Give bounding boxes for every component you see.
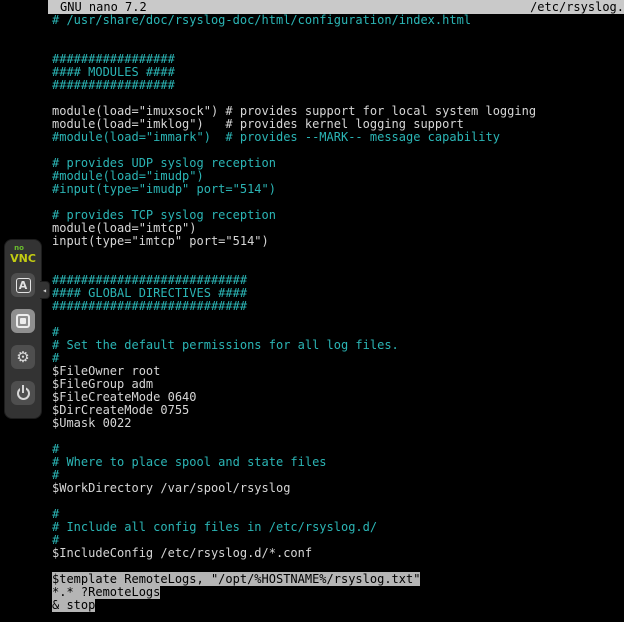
terminal-line: #module(load="immark") # provides --MARK…: [52, 131, 624, 144]
terminal-line: # Set the default permissions for all lo…: [52, 339, 624, 352]
gear-icon: ⚙: [16, 350, 29, 365]
terminal-line: [52, 248, 624, 261]
terminal-line: [52, 27, 624, 40]
vnc-button-group: A ⚙: [11, 273, 35, 405]
selected-text: $template RemoteLogs, "/opt/%HOSTNAME%/r…: [52, 572, 420, 586]
settings-button[interactable]: ⚙: [11, 345, 35, 369]
nano-version-title: GNU nano 7.2: [60, 1, 147, 14]
terminal-line: $DirCreateMode 0755: [52, 404, 624, 417]
fullscreen-icon: [16, 314, 30, 328]
nano-filename: /etc/rsyslog.: [530, 1, 624, 14]
selected-text: *.* ?RemoteLogs: [52, 585, 160, 599]
vnc-toolbar: no VNC A ⚙ ◂: [4, 239, 42, 419]
terminal-line: #################: [52, 79, 624, 92]
power-icon: [16, 386, 31, 401]
terminal-line: [52, 313, 624, 326]
novnc-logo: no VNC: [10, 244, 36, 265]
terminal-window[interactable]: GNU nano 7.2 /etc/rsyslog. # /usr/share/…: [48, 0, 624, 622]
selected-text: & stop: [52, 598, 95, 612]
terminal-line: [52, 495, 624, 508]
terminal-line: *.* ?RemoteLogs: [52, 586, 624, 599]
toolbar-collapse-handle[interactable]: ◂: [40, 281, 50, 299]
terminal-line: $WorkDirectory /var/spool/rsyslog: [52, 482, 624, 495]
terminal-line: $IncludeConfig /etc/rsyslog.d/*.conf: [52, 547, 624, 560]
terminal-line: [52, 430, 624, 443]
power-button[interactable]: [11, 381, 35, 405]
chevron-left-icon: ◂: [42, 286, 47, 295]
novnc-logo-no: no: [10, 244, 36, 252]
terminal-line: & stop: [52, 599, 624, 612]
novnc-logo-vnc: VNC: [10, 252, 36, 265]
terminal-line: #input(type="imudp" port="514"): [52, 183, 624, 196]
terminal-line: # /usr/share/doc/rsyslog-doc/html/config…: [52, 14, 624, 27]
terminal-body[interactable]: # /usr/share/doc/rsyslog-doc/html/config…: [48, 14, 624, 612]
letter-a-icon: A: [16, 278, 31, 293]
nano-titlebar: GNU nano 7.2 /etc/rsyslog.: [48, 0, 624, 14]
extra-keys-button[interactable]: A: [11, 273, 35, 297]
terminal-line: # Where to place spool and state files: [52, 456, 624, 469]
fullscreen-button[interactable]: [11, 309, 35, 333]
terminal-line: # Include all config files in /etc/rsysl…: [52, 521, 624, 534]
terminal-line: $Umask 0022: [52, 417, 624, 430]
desktop: GNU nano 7.2 /etc/rsyslog. # /usr/share/…: [0, 0, 624, 622]
terminal-line: input(type="imtcp" port="514"): [52, 235, 624, 248]
terminal-line: ###########################: [52, 300, 624, 313]
